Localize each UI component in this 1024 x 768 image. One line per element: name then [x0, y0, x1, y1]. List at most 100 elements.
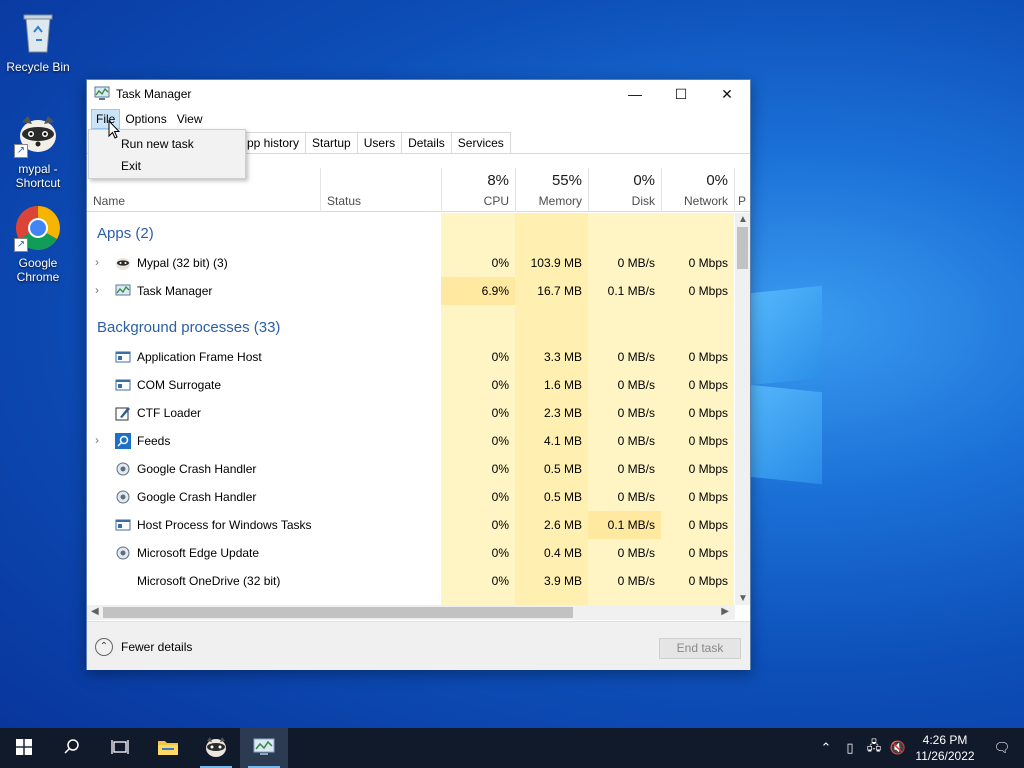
table-row[interactable]: CTF Loader 0% 2.3 MB 0 MB/s 0 Mbps [87, 399, 734, 427]
table-row[interactable]: Host Process for Windows Tasks 0% 2.6 MB… [87, 511, 734, 539]
cpu-value: 0% [491, 490, 509, 504]
close-button[interactable]: ✕ [704, 80, 750, 108]
desktop-icon-mypal[interactable]: ↗ mypal - Shortcut [0, 110, 76, 190]
cpu-value: 0% [491, 574, 509, 588]
volume-muted-icon[interactable]: 🔇 [886, 740, 910, 756]
network-value: 0 Mbps [688, 574, 728, 588]
task-view-button[interactable] [96, 728, 144, 768]
network-value: 0 Mbps [688, 284, 728, 298]
column-header-memory[interactable]: 55% Memory [515, 168, 588, 212]
clock-date: 11/26/2022 [915, 749, 975, 763]
disk-value: 0.1 MB/s [588, 511, 661, 539]
tablet-icon[interactable]: ▯ [838, 740, 862, 756]
scroll-right-icon[interactable]: ▶ [721, 606, 729, 617]
system-tray: ⌃ ▯ 🖧 🔇 4:26 PM 11/26/2022 🗨 [814, 728, 1024, 768]
taskbar-mypal[interactable] [192, 728, 240, 768]
clock-time: 4:26 PM [922, 733, 968, 747]
notification-center-icon[interactable]: 🗨 [980, 740, 1024, 756]
maximize-button[interactable]: ☐ [658, 80, 704, 108]
column-header-power[interactable]: P [734, 168, 750, 212]
taskbar-file-explorer[interactable] [144, 728, 192, 768]
column-header-status[interactable]: Status [320, 168, 441, 212]
title-bar[interactable]: Task Manager — ☐ ✕ [87, 80, 750, 108]
column-header-disk[interactable]: 0% Disk [588, 168, 661, 212]
group-header-apps[interactable]: Apps (2) [87, 219, 734, 247]
menu-view[interactable]: View [172, 109, 208, 129]
folder-icon [157, 738, 179, 759]
process-name: Microsoft OneDrive (32 bit) [137, 574, 281, 588]
desktop-icon-recycle-bin[interactable]: Recycle Bin [0, 8, 76, 74]
cpu-value: 0% [491, 434, 509, 448]
minimize-button[interactable]: — [612, 80, 658, 108]
show-hidden-icons-chevron-icon[interactable]: ⌃ [814, 740, 838, 756]
desktop-icon-chrome[interactable]: ↗ Google Chrome [0, 204, 76, 284]
memory-value: 1.6 MB [543, 378, 582, 392]
table-row[interactable]: Microsoft OneDrive (32 bit) 0% 3.9 MB 0 … [87, 567, 734, 595]
taskbar: ⌃ ▯ 🖧 🔇 4:26 PM 11/26/2022 🗨 [0, 728, 1024, 768]
table-row[interactable]: › Mypal (32 bit) (3) 0% 103.9 MB 0 MB/s … [87, 249, 734, 277]
column-label: P [738, 194, 747, 208]
chevron-right-icon[interactable]: › [95, 433, 99, 447]
task-view-icon [111, 739, 129, 758]
process-name: CTF Loader [137, 406, 202, 420]
menu-options[interactable]: Options [120, 109, 171, 129]
table-row[interactable]: › Task Manager 6.9% 16.7 MB 0.1 MB/s 0 M… [87, 277, 734, 305]
disk-value: 0 MB/s [617, 490, 655, 504]
memory-value: 4.1 MB [543, 434, 582, 448]
table-row[interactable]: Google Crash Handler 0% 0.5 MB 0 MB/s 0 … [87, 483, 734, 511]
chevron-right-icon[interactable]: › [95, 283, 99, 297]
pen-edit-icon [115, 405, 131, 421]
vertical-scrollbar[interactable]: ▲ ▼ [735, 213, 750, 605]
horizontal-scroll-thumb[interactable] [103, 607, 573, 618]
tab-startup[interactable]: Startup [305, 132, 358, 153]
taskbar-task-manager[interactable] [240, 728, 288, 768]
desktop-icon-label: Recycle Bin [6, 60, 70, 74]
process-name: Task Manager [137, 284, 213, 298]
chevron-up-icon: ⌃ [95, 638, 113, 656]
table-row[interactable]: Microsoft Edge Update 0% 0.4 MB 0 MB/s 0… [87, 539, 734, 567]
group-title: Apps (2) [97, 225, 154, 242]
cpu-value: 0% [491, 462, 509, 476]
table-row[interactable]: COM Surrogate 0% 1.6 MB 0 MB/s 0 Mbps [87, 371, 734, 399]
process-name: COM Surrogate [137, 378, 222, 392]
app-window-icon [115, 377, 131, 393]
tab-app-history[interactable]: pp history [241, 132, 307, 153]
window-title: Task Manager [116, 87, 192, 101]
vertical-scroll-thumb[interactable] [737, 227, 748, 269]
scroll-left-icon[interactable]: ◀ [91, 606, 99, 617]
column-header-cpu[interactable]: 8% CPU [441, 168, 515, 212]
column-header-network[interactable]: 0% Network [661, 168, 734, 212]
table-row[interactable]: Application Frame Host 0% 3.3 MB 0 MB/s … [87, 343, 734, 371]
disk-value: 0 MB/s [617, 256, 655, 270]
memory-total-pct: 55% [551, 172, 582, 189]
network-value: 0 Mbps [688, 406, 728, 420]
scroll-up-icon[interactable]: ▲ [738, 214, 748, 225]
table-row[interactable]: › Feeds 0% 4.1 MB 0 MB/s 0 Mbps [87, 427, 734, 455]
disk-value: 0 MB/s [617, 406, 655, 420]
cpu-value: 0% [491, 546, 509, 560]
clock[interactable]: 4:26 PM 11/26/2022 [910, 732, 980, 764]
gear-app-icon [115, 545, 131, 561]
menu-item-exit[interactable]: Exit [89, 155, 245, 177]
end-task-button[interactable]: End task [659, 638, 741, 659]
process-name: Application Frame Host [137, 350, 262, 364]
group-header-background[interactable]: Background processes (33) [87, 313, 734, 341]
search-icon [63, 738, 81, 759]
gear-app-icon [115, 461, 131, 477]
network-total-pct: 0% [706, 172, 728, 189]
table-row[interactable]: Google Crash Handler 0% 0.5 MB 0 MB/s 0 … [87, 455, 734, 483]
tab-users[interactable]: Users [356, 132, 403, 153]
horizontal-scrollbar[interactable]: ◀ ▶ [87, 605, 735, 620]
fewer-details-button[interactable]: ⌃ Fewer details [95, 638, 192, 656]
network-value: 0 Mbps [688, 546, 728, 560]
scroll-down-icon[interactable]: ▼ [738, 593, 748, 604]
tab-details[interactable]: Details [401, 132, 452, 153]
start-button[interactable] [0, 728, 48, 768]
memory-value: 0.5 MB [543, 490, 582, 504]
network-icon[interactable]: 🖧 [862, 737, 886, 759]
memory-value: 16.7 MB [537, 284, 582, 298]
search-button[interactable] [48, 728, 96, 768]
chevron-right-icon[interactable]: › [95, 255, 99, 269]
process-name: Google Crash Handler [137, 462, 257, 476]
tab-services[interactable]: Services [450, 132, 511, 153]
